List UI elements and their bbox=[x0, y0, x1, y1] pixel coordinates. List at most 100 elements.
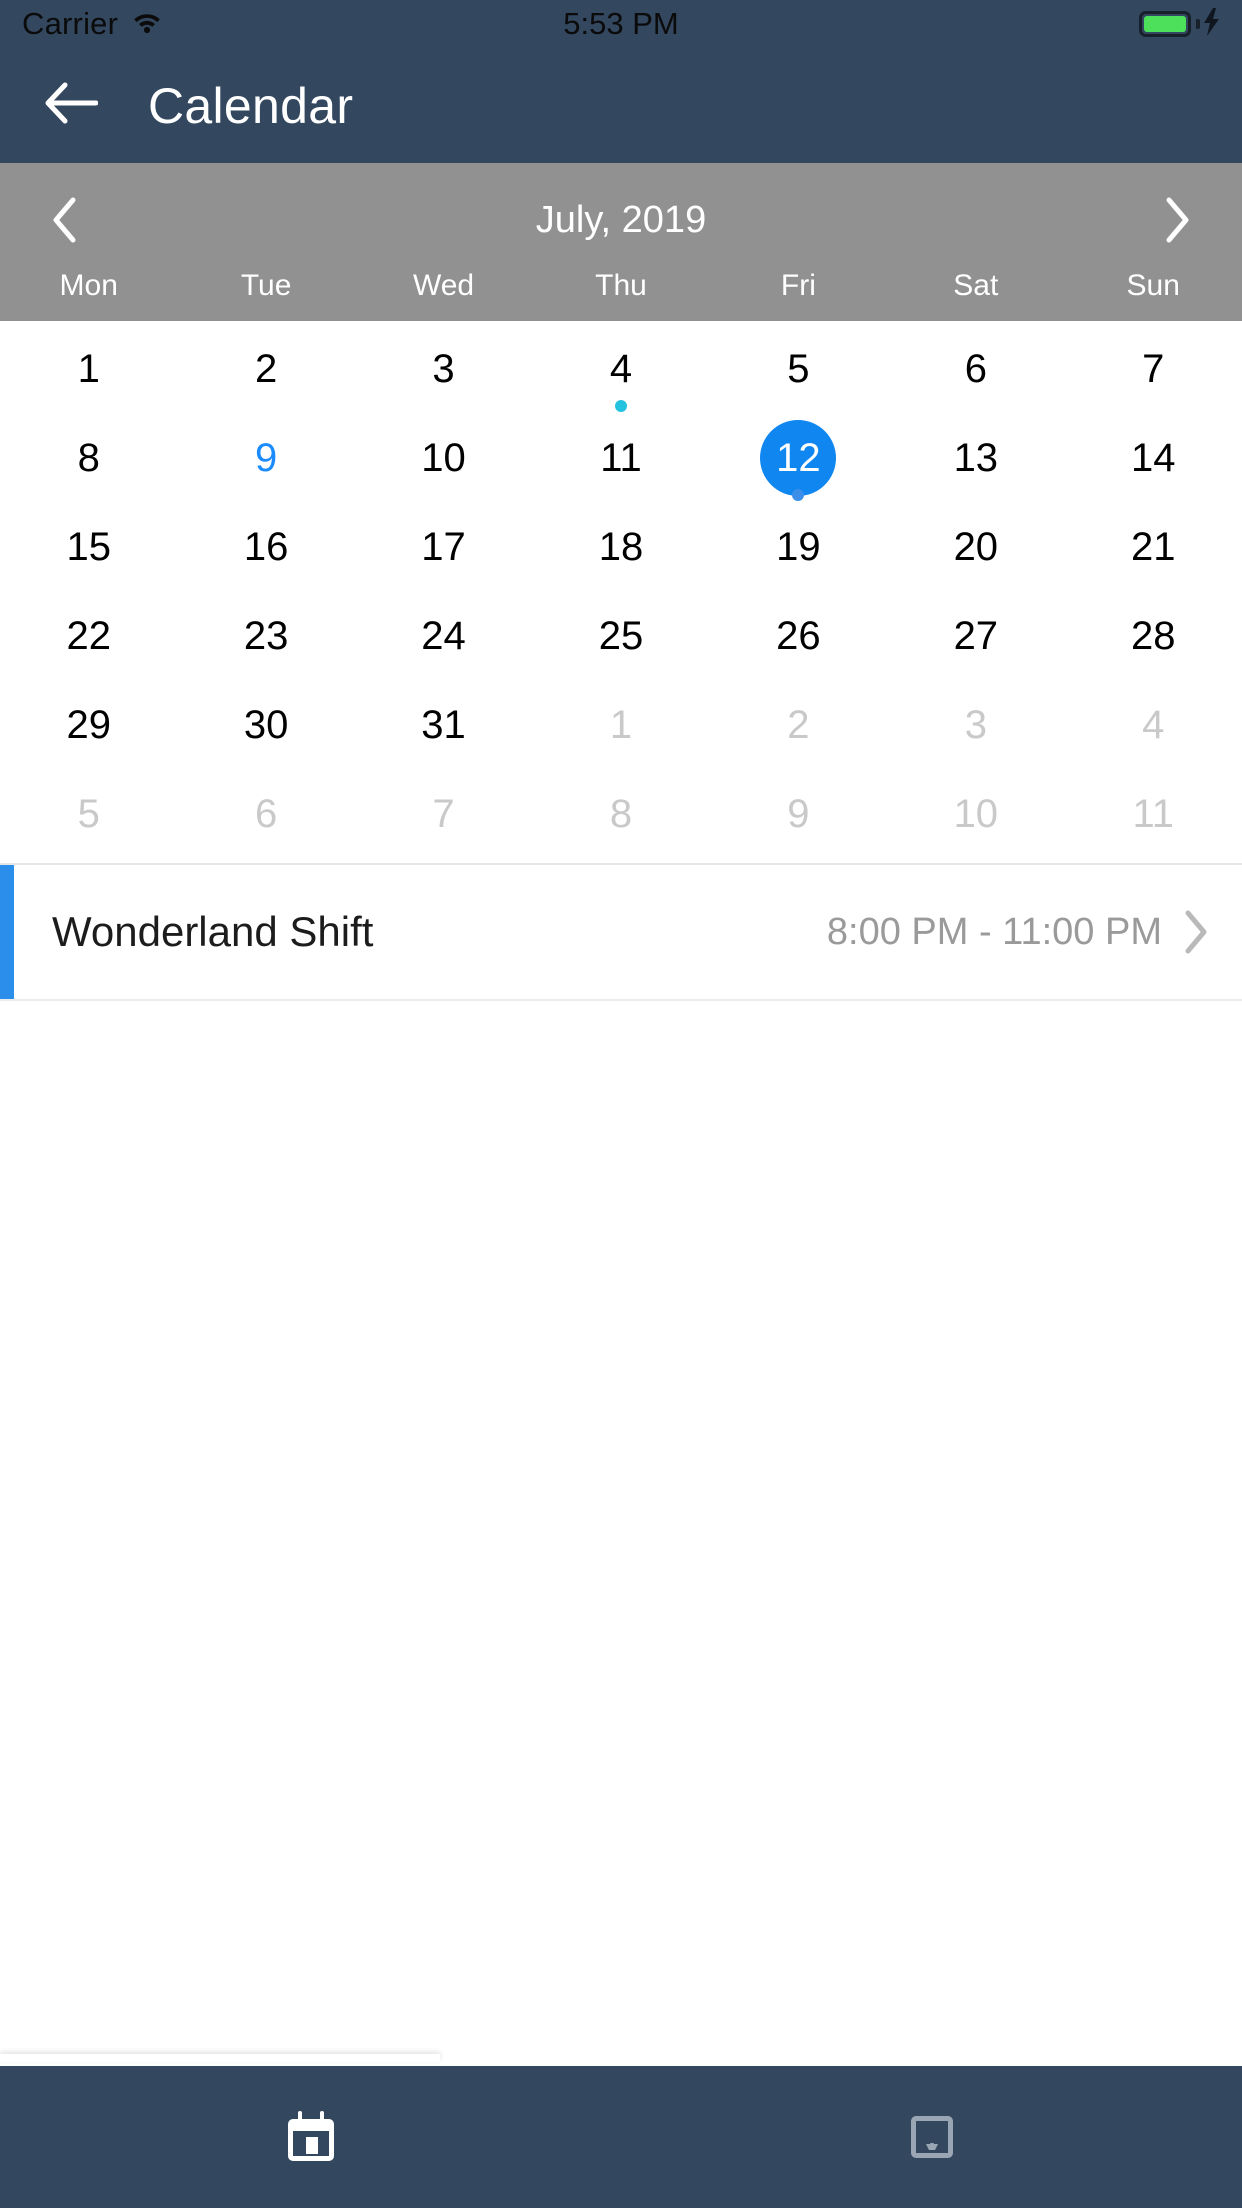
calendar-day-cell[interactable]: 7 bbox=[355, 774, 532, 863]
calendar-day-cell[interactable]: 6 bbox=[177, 774, 354, 863]
calendar-week-row: 5 6 7 8 9 10 11 bbox=[0, 774, 1242, 863]
calendar-day-number: 11 bbox=[1132, 792, 1174, 836]
calendar-day-number: 7 bbox=[1142, 347, 1165, 391]
calendar-day-cell[interactable]: 3 bbox=[887, 685, 1064, 774]
weekday-fri: Fri bbox=[780, 269, 816, 302]
chevron-right-icon[interactable] bbox=[1154, 197, 1200, 243]
calendar-day-cell[interactable]: 18 bbox=[532, 507, 709, 596]
calendar-day-cell[interactable]: 5 bbox=[710, 329, 887, 418]
calendar-day-number: 8 bbox=[609, 792, 633, 836]
calendar-day-number: 4 bbox=[1142, 703, 1165, 747]
calendar-day-cell[interactable]: 2 bbox=[177, 329, 354, 418]
calendar-day-number: 6 bbox=[964, 347, 987, 391]
event-list: Wonderland Shift 8:00 PM - 11:00 PM bbox=[0, 863, 1242, 2044]
calendar-day-number: 2 bbox=[255, 347, 278, 391]
calendar-day-number: 22 bbox=[66, 614, 111, 658]
calendar-day-cell[interactable]: 22 bbox=[0, 596, 177, 685]
event-time-range: 8:00 PM - 11:00 PM bbox=[826, 910, 1162, 953]
calendar-day-cell[interactable]: 28 bbox=[1065, 596, 1242, 685]
calendar-day-cell[interactable]: 16 bbox=[177, 507, 354, 596]
calendar-day-cell[interactable]: 19 bbox=[710, 507, 887, 596]
calendar-day-number: 25 bbox=[598, 614, 644, 658]
page-title: Calendar bbox=[148, 77, 354, 134]
calendar-day-number: 6 bbox=[255, 792, 278, 836]
calendar-day-number: 26 bbox=[776, 614, 821, 658]
tab-inbox[interactable] bbox=[621, 2066, 1242, 2208]
tab-calendar[interactable] bbox=[0, 2066, 621, 2208]
event-title: Wonderland Shift bbox=[52, 908, 374, 955]
calendar-day-number: 20 bbox=[953, 525, 999, 569]
calendar-day-number: 21 bbox=[1130, 525, 1176, 569]
back-button[interactable] bbox=[44, 82, 99, 129]
calendar-day-number: 11 bbox=[600, 436, 642, 480]
calendar-day-number: 1 bbox=[609, 703, 633, 747]
home-indicator-area bbox=[0, 2044, 1242, 2066]
month-nav-row: July, 2019 bbox=[0, 171, 1242, 269]
calendar-week-row: 22 23 24 25 26 27 28 bbox=[0, 596, 1242, 685]
event-row[interactable]: Wonderland Shift 8:00 PM - 11:00 PM bbox=[0, 865, 1242, 1001]
calendar-day-cell[interactable]: 15 bbox=[0, 507, 177, 596]
calendar-day-number: 3 bbox=[964, 703, 987, 747]
calendar-day-number: 9 bbox=[255, 436, 278, 480]
calendar-day-cell[interactable]: 10 bbox=[355, 418, 532, 507]
calendar-day-number: 19 bbox=[776, 525, 821, 569]
tab-bar bbox=[0, 2066, 1242, 2208]
calendar-day-cell[interactable]: 7 bbox=[1065, 329, 1242, 418]
calendar-day-cell[interactable]: 1 bbox=[532, 685, 709, 774]
calendar-day-cell[interactable]: 11 bbox=[1065, 774, 1242, 863]
calendar-day-number: 15 bbox=[66, 525, 111, 569]
calendar-day-cell[interactable]: 30 bbox=[177, 685, 354, 774]
calendar-icon bbox=[287, 2111, 334, 2161]
chevron-left-icon[interactable] bbox=[42, 197, 88, 243]
calendar-day-cell[interactable]: 4 bbox=[532, 329, 709, 418]
calendar-week-row: 29 30 31 1 2 3 4 bbox=[0, 685, 1242, 774]
calendar-day-cell[interactable]: 5 bbox=[0, 774, 177, 863]
calendar-day-number: 23 bbox=[243, 614, 289, 658]
chevron-right-icon[interactable] bbox=[1184, 910, 1208, 954]
calendar-day-cell[interactable]: 14 bbox=[1065, 418, 1242, 507]
calendar-day-number: 9 bbox=[787, 792, 810, 836]
weekday-header: Mon Tue Wed Thu Fri Sat Sun bbox=[0, 269, 1242, 321]
calendar-day-number: 17 bbox=[421, 525, 466, 569]
calendar-day-cell[interactable]: 23 bbox=[177, 596, 354, 685]
home-indicator bbox=[0, 2054, 440, 2062]
weekday-sat: Sat bbox=[953, 269, 999, 302]
calendar-day-number: 3 bbox=[432, 347, 455, 391]
calendar-day-cell[interactable]: 27 bbox=[887, 596, 1064, 685]
calendar-day-number: 5 bbox=[77, 792, 100, 836]
calendar-day-number: 8 bbox=[77, 436, 100, 480]
calendar-day-cell[interactable]: 9 bbox=[710, 774, 887, 863]
calendar-day-cell[interactable]: 13 bbox=[887, 418, 1064, 507]
calendar-day-cell[interactable]: 12 bbox=[710, 418, 887, 507]
calendar-day-cell[interactable]: 26 bbox=[710, 596, 887, 685]
calendar-day-cell[interactable]: 17 bbox=[355, 507, 532, 596]
calendar-day-cell[interactable]: 1 bbox=[0, 329, 177, 418]
nav-bar: Calendar bbox=[0, 48, 1242, 163]
calendar-week-row: 8 9 10 11 12 13 14 bbox=[0, 418, 1242, 507]
calendar-day-number: 7 bbox=[432, 792, 455, 836]
calendar-day-cell[interactable]: 21 bbox=[1065, 507, 1242, 596]
calendar-day-cell[interactable]: 11 bbox=[532, 418, 709, 507]
status-bar-time: 5:53 PM bbox=[563, 6, 679, 41]
calendar-day-cell[interactable]: 4 bbox=[1065, 685, 1242, 774]
calendar-day-number: 12 bbox=[760, 420, 837, 496]
status-bar-left: Carrier bbox=[22, 6, 162, 42]
calendar-day-cell[interactable]: 3 bbox=[355, 329, 532, 418]
inbox-tray-icon bbox=[910, 2116, 953, 2158]
calendar-day-cell[interactable]: 2 bbox=[710, 685, 887, 774]
month-header: July, 2019 Mon Tue Wed Thu Fri Sat Sun bbox=[0, 163, 1242, 321]
event-dot bbox=[792, 489, 805, 501]
calendar-day-number: 18 bbox=[598, 525, 644, 569]
calendar-day-cell[interactable]: 6 bbox=[887, 329, 1064, 418]
calendar-day-cell[interactable]: 20 bbox=[887, 507, 1064, 596]
status-bar-right bbox=[1139, 7, 1220, 41]
calendar-day-cell[interactable]: 25 bbox=[532, 596, 709, 685]
calendar-day-cell[interactable]: 9 bbox=[177, 418, 354, 507]
calendar-day-cell[interactable]: 24 bbox=[355, 596, 532, 685]
calendar-day-cell[interactable]: 29 bbox=[0, 685, 177, 774]
calendar-day-cell[interactable]: 8 bbox=[532, 774, 709, 863]
calendar-day-cell[interactable]: 31 bbox=[355, 685, 532, 774]
calendar-day-cell[interactable]: 8 bbox=[0, 418, 177, 507]
calendar-day-number: 10 bbox=[421, 436, 466, 480]
calendar-day-cell[interactable]: 10 bbox=[887, 774, 1064, 863]
